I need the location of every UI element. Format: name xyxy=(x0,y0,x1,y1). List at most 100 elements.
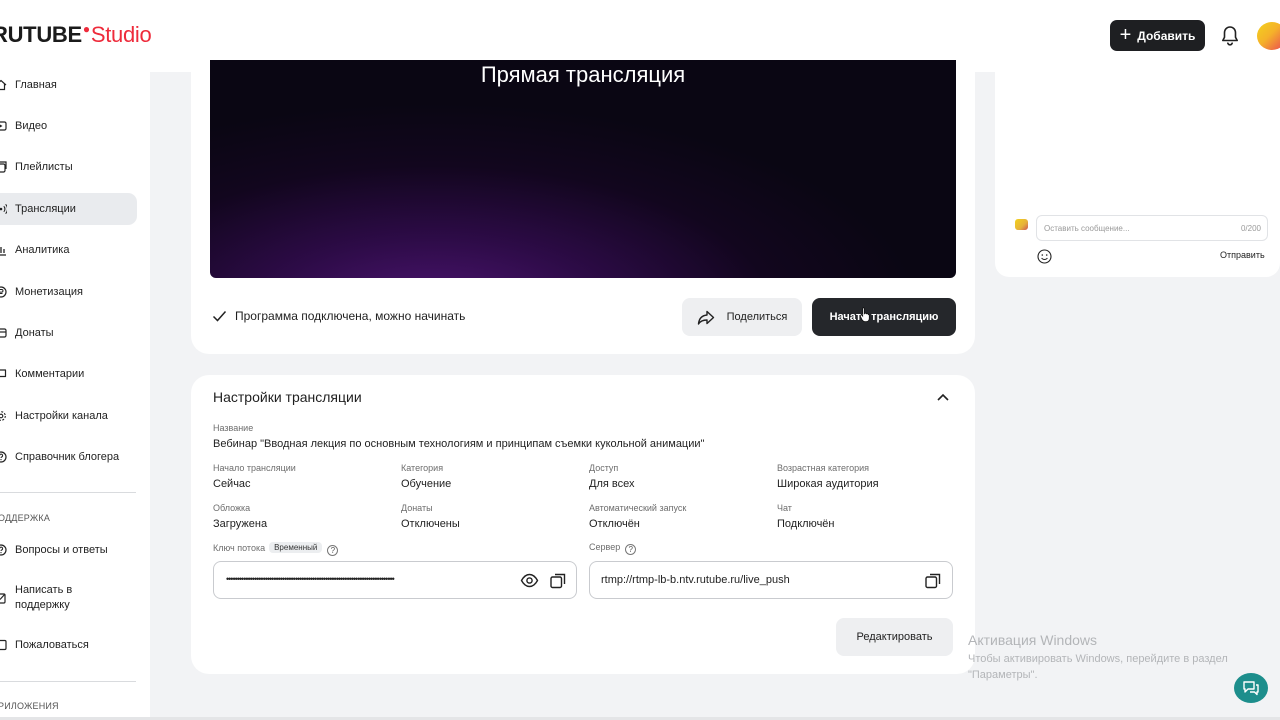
field-label: Категория xyxy=(401,463,444,473)
auto-start-value: Отключён xyxy=(589,518,640,530)
sidebar-item-donations[interactable]: Донаты xyxy=(0,317,137,349)
start-time-value: Сейчас xyxy=(213,478,251,490)
sidebar-item-blogger-guide[interactable]: Справочник блогера xyxy=(0,441,137,473)
sidebar-item-label: Пожаловаться xyxy=(15,638,89,651)
help-circle-icon xyxy=(0,451,7,463)
user-avatar[interactable] xyxy=(1257,22,1280,50)
eye-icon[interactable] xyxy=(520,571,539,590)
field-label: Возрастная категория xyxy=(777,463,869,473)
windows-activation-title: Активация Windows xyxy=(968,632,1098,648)
sidebar-item-label: Донаты xyxy=(15,326,54,339)
sidebar-item-label: Видео xyxy=(15,119,48,132)
server-label: Сервер? xyxy=(589,542,637,555)
rutube-studio-logo[interactable]: RUTUBE●Studio xyxy=(0,22,152,48)
edit-icon xyxy=(0,593,6,604)
share-button-label: Поделиться xyxy=(726,311,788,323)
sidebar-item-label: Монетизация xyxy=(15,285,83,298)
field-label: Доступ xyxy=(589,463,619,473)
comment-icon xyxy=(0,369,7,378)
copy-icon[interactable] xyxy=(924,571,943,590)
field-label: Автоматический запуск xyxy=(589,503,687,513)
access-value: Для всех xyxy=(589,478,635,490)
mouse-cursor-icon xyxy=(860,307,870,322)
sidebar-item-monetization[interactable]: Монетизация xyxy=(0,276,137,308)
add-button[interactable]: + Добавить xyxy=(1110,20,1205,51)
emoji-icon[interactable] xyxy=(1037,249,1052,264)
video-player[interactable]: Прямая трансляция xyxy=(210,60,956,278)
connection-status-text: Программа подключена, можно начинать xyxy=(235,309,466,323)
field-label: Название xyxy=(213,423,254,433)
broadcast-icon xyxy=(0,204,7,214)
sidebar-item-video[interactable]: Видео xyxy=(0,110,137,142)
sidebar-item-playlists[interactable]: Плейлисты xyxy=(0,151,137,183)
field-label: Начало трансляции xyxy=(213,463,296,473)
stream-key-label: Ключ потока Временный? xyxy=(213,542,339,556)
sidebar-divider xyxy=(0,492,136,493)
sidebar-item-analytics[interactable]: Аналитика xyxy=(0,234,137,266)
flag-icon xyxy=(0,639,7,651)
stream-name-value: Вебинар "Вводная лекция по основным техн… xyxy=(213,438,705,450)
server-field[interactable]: rtmp://rtmp-lb-b.ntv.rutube.ru/live_push xyxy=(589,561,953,599)
stream-key-value: ••••••••••••••••••••••••••••••••••••••••… xyxy=(226,574,395,584)
analytics-icon xyxy=(0,247,6,256)
video-icon xyxy=(0,121,7,131)
stream-settings-title: Настройки трансляции xyxy=(213,389,362,405)
sidebar-item-label: Написать в поддержку xyxy=(15,584,73,611)
playlist-icon xyxy=(0,161,7,173)
field-label: Чат xyxy=(777,503,792,513)
sidebar-item-label: Комментарии xyxy=(15,367,85,380)
donations-value: Отключены xyxy=(401,518,460,530)
cover-value: Загружена xyxy=(213,518,268,530)
sidebar-item-broadcasts[interactable]: Трансляции xyxy=(0,193,137,225)
sidebar-item-label: Справочник блогера xyxy=(15,450,120,463)
money-icon xyxy=(0,286,7,298)
sidebar-item-channel-settings[interactable]: Настройки канала xyxy=(0,400,137,432)
chat-panel xyxy=(995,60,1280,277)
chat-message-input[interactable]: Оставить сообщение... 0/200 xyxy=(1036,215,1268,241)
sidebar-item-faq[interactable]: Вопросы и ответы xyxy=(0,534,137,566)
chat-placeholder: Оставить сообщение... xyxy=(1044,224,1130,233)
edit-button[interactable]: Редактировать xyxy=(836,618,953,656)
server-value: rtmp://rtmp-lb-b.ntv.rutube.ru/live_push xyxy=(601,574,790,586)
sidebar-item-home[interactable]: Главная xyxy=(0,69,137,101)
sidebar-item-write-support[interactable]: Написать в поддержку xyxy=(0,581,137,615)
start-broadcast-button[interactable]: Начать трансляцию xyxy=(812,298,956,336)
chat-user-avatar xyxy=(1015,219,1028,230)
question-icon[interactable]: ? xyxy=(327,545,339,556)
plus-icon: + xyxy=(1119,23,1132,46)
bell-icon[interactable] xyxy=(1220,25,1240,47)
sidebar-item-label: Главная xyxy=(15,78,57,91)
apps-section-heading: РИЛОЖЕНИЯ xyxy=(0,701,59,711)
category-value: Обучение xyxy=(401,478,452,490)
send-message-button[interactable]: Отправить xyxy=(1220,250,1265,260)
support-section-heading: ОДДЕРЖКА xyxy=(0,513,51,523)
gear-icon xyxy=(0,411,6,421)
temporary-badge: Временный xyxy=(269,542,323,553)
donate-icon xyxy=(0,328,7,338)
age-category-value: Широкая аудитория xyxy=(777,478,879,490)
copy-icon[interactable] xyxy=(549,571,568,590)
player-title: Прямая трансляция xyxy=(480,62,686,87)
help-circle-icon xyxy=(0,544,7,556)
chevron-up-icon[interactable] xyxy=(936,392,950,402)
sidebar-item-report[interactable]: Пожаловаться xyxy=(0,629,137,661)
start-broadcast-label: Начать трансляцию xyxy=(829,311,939,323)
sidebar-item-comments[interactable]: Комментарии xyxy=(0,358,137,390)
stream-key-field[interactable]: ••••••••••••••••••••••••••••••••••••••••… xyxy=(213,561,577,599)
add-button-label: Добавить xyxy=(1137,28,1196,43)
sidebar-divider xyxy=(0,681,136,682)
field-label: Донаты xyxy=(401,503,433,513)
support-chat-button[interactable] xyxy=(1234,673,1268,703)
share-button[interactable]: Поделиться xyxy=(682,298,802,336)
windows-activation-subtitle: Чтобы активировать Windows, перейдите в … xyxy=(968,653,1228,681)
sidebar-item-label: Трансляции xyxy=(15,202,76,215)
sidebar-item-label: Плейлисты xyxy=(15,160,73,173)
question-icon[interactable]: ? xyxy=(625,544,637,555)
share-icon xyxy=(697,310,714,325)
chat-bubble-icon xyxy=(1243,681,1259,696)
edit-button-label: Редактировать xyxy=(856,631,933,643)
sidebar-item-label: Вопросы и ответы xyxy=(15,543,108,556)
sidebar-item-label: Настройки канала xyxy=(15,409,108,422)
connection-status: Программа подключена, можно начинать xyxy=(212,309,465,323)
check-icon xyxy=(212,311,227,322)
